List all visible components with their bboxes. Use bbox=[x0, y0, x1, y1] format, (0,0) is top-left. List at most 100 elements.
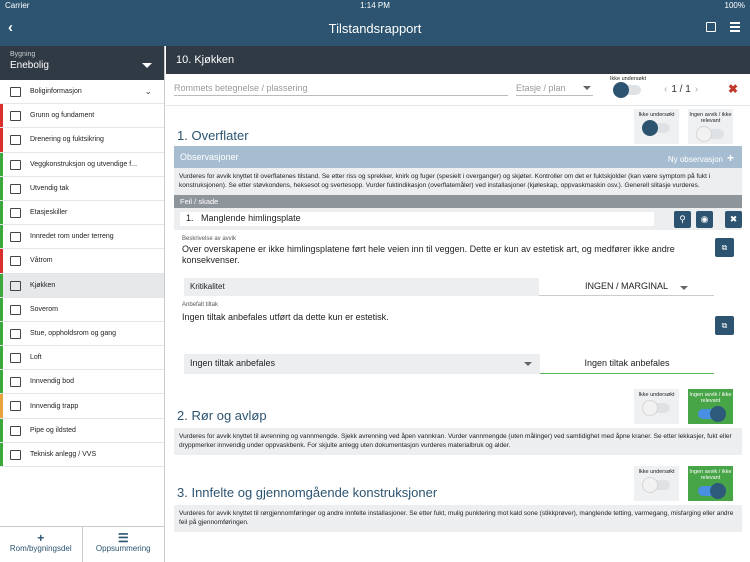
livingroom-icon bbox=[10, 328, 21, 339]
sidebar-item[interactable]: Soverom bbox=[0, 297, 164, 322]
section-description: Vurderes for avvik knyttet til overflate… bbox=[174, 168, 742, 195]
bathroom-icon bbox=[10, 256, 21, 267]
sidebar-item[interactable]: Innvendig trapp bbox=[0, 394, 164, 419]
observation-detail: Beskrivelse av avvik Over overskapene er… bbox=[174, 230, 742, 386]
sidebar-item-label: Soverom bbox=[30, 305, 59, 313]
next-icon[interactable]: › bbox=[695, 84, 698, 95]
status-bar: Carrier 1:14 PM 100% bbox=[0, 0, 750, 11]
room-not-inspected: Ikke undersøkt bbox=[608, 76, 648, 98]
sidebar-item[interactable]: Drenering og fuktsikring bbox=[0, 128, 164, 153]
not-inspected-toggle[interactable] bbox=[641, 477, 670, 493]
plus-icon: + bbox=[37, 531, 45, 545]
pager: ‹ 1 / 1 › bbox=[660, 84, 702, 95]
chevron-down-icon bbox=[680, 286, 688, 290]
sidebar-item[interactable]: Boliginformasjon ⌄ bbox=[0, 80, 164, 105]
sidebar-item[interactable]: Pipe og ildsted bbox=[0, 418, 164, 443]
sidebar-footer: + Rom/bygningsdel ☰ Oppsummering bbox=[0, 526, 165, 562]
section-title: 1. Overflater bbox=[177, 128, 249, 143]
beskrivelse-label: Beskrivelse av avvik bbox=[182, 236, 237, 242]
sidebar-item[interactable]: Kjøkken bbox=[0, 273, 164, 298]
section-overflater: 1. Overflater Ikke undersøkt Ingen avvik… bbox=[166, 106, 750, 146]
save-icon[interactable] bbox=[706, 22, 716, 32]
navigation-bar: ‹ Tilstandsrapport bbox=[0, 11, 750, 46]
status-indicator bbox=[0, 273, 3, 297]
attic-icon bbox=[10, 353, 21, 364]
status-indicator bbox=[0, 176, 3, 200]
sidebar-item[interactable]: Veggkonstruksjon og utvendige f... bbox=[0, 152, 164, 177]
new-observation-button[interactable]: Ny observasjon + bbox=[668, 151, 734, 165]
main-content: 10. Kjøkken Rommets betegnelse / plasser… bbox=[166, 46, 750, 562]
basement-icon bbox=[10, 232, 21, 243]
building-label: Bygning bbox=[10, 51, 36, 58]
camera-button[interactable]: ◉ bbox=[696, 211, 713, 228]
room-controls: Rommets betegnelse / plassering Etasje /… bbox=[166, 74, 750, 106]
building-selector[interactable]: Bygning Enebolig bbox=[0, 46, 164, 80]
foundation-icon bbox=[10, 111, 21, 122]
stairs-icon bbox=[10, 401, 21, 412]
room-name-input[interactable]: Rommets betegnelse / plassering bbox=[174, 83, 508, 96]
sidebar-item[interactable]: Stue, oppholdsrom og gang bbox=[0, 321, 164, 347]
add-room-button[interactable]: + Rom/bygningsdel bbox=[0, 527, 83, 562]
sidebar-item-label: Veggkonstruksjon og utvendige f... bbox=[30, 160, 138, 168]
no-deviation-toggle[interactable] bbox=[697, 406, 726, 422]
delete-feil-button[interactable]: ✖ bbox=[725, 211, 742, 228]
tiltak-label: Anbefalt tiltak bbox=[182, 302, 219, 308]
status-indicator bbox=[0, 297, 3, 321]
sidebar-item[interactable]: Grunn og fundament bbox=[0, 104, 164, 129]
sidebar-item-label: Innredet rom under terreng bbox=[30, 233, 114, 241]
copy-beskrivelse-button[interactable]: ⧉ bbox=[715, 238, 734, 257]
sidebar-item-label: Pipe og ildsted bbox=[30, 426, 76, 434]
status-indicator bbox=[0, 442, 3, 466]
delete-room-icon[interactable]: ✖ bbox=[728, 82, 738, 96]
observations-label: Observasjoner bbox=[180, 152, 239, 162]
beskrivelse-text[interactable]: Over overskapene er ikke himlingsplatene… bbox=[174, 244, 694, 266]
not-inspected-toggle[interactable] bbox=[641, 120, 670, 136]
sidebar-item[interactable]: Utvendig tak bbox=[0, 176, 164, 201]
sidebar-item-label: Kjøkken bbox=[30, 281, 56, 289]
status-indicator bbox=[0, 80, 3, 104]
no-deviation-box: Ingen avvik / ikke relevant bbox=[688, 466, 733, 501]
room-not-inspected-toggle[interactable] bbox=[613, 82, 641, 98]
feil-input[interactable]: 1. Manglende himlingsplate bbox=[180, 212, 654, 226]
section-ror-og-avlop: 2. Rør og avløp Ikke undersøkt Ingen avv… bbox=[166, 386, 750, 426]
section-title: 3. Innfelte og gjennomgående konstruksjo… bbox=[177, 485, 438, 500]
tiltak-select[interactable]: Ingen tiltak anbefales bbox=[184, 354, 540, 374]
sidebar: Bygning Enebolig Boliginformasjon ⌄ Grunn … bbox=[0, 46, 165, 562]
kritikalitet-select[interactable]: INGEN / MARGINAL bbox=[539, 278, 714, 296]
plus-icon: + bbox=[726, 151, 734, 165]
sidebar-item[interactable]: Loft bbox=[0, 346, 164, 371]
copy-tiltak-button[interactable]: ⧉ bbox=[715, 316, 734, 335]
status-indicator bbox=[0, 249, 3, 273]
status-indicator bbox=[0, 370, 3, 394]
status-indicator bbox=[0, 321, 3, 346]
sidebar-item-label: Boliginformasjon bbox=[30, 88, 82, 96]
sidebar-item-label: Drenering og fuktsikring bbox=[30, 136, 104, 144]
sidebar-item[interactable]: Innredet rom under terreng bbox=[0, 225, 164, 250]
roof-icon bbox=[10, 183, 21, 194]
tiltak-text[interactable]: Ingen tiltak anbefales utført da dette k… bbox=[174, 312, 397, 323]
feil-label: Feil / skade bbox=[174, 195, 742, 208]
no-deviation-toggle[interactable] bbox=[697, 483, 726, 499]
no-deviation-box: Ingen avvik / ikke relevant bbox=[688, 389, 733, 424]
summary-button[interactable]: ☰ Oppsummering bbox=[83, 527, 165, 562]
search-button[interactable]: ⚲ bbox=[674, 211, 691, 228]
sidebar-item-label: Våtrom bbox=[30, 257, 53, 265]
menu-icon[interactable] bbox=[730, 22, 740, 34]
sidebar-item[interactable]: Våtrom bbox=[0, 249, 164, 274]
sidebar-item[interactable]: Innvendig bod bbox=[0, 370, 164, 395]
status-indicator bbox=[0, 394, 3, 418]
no-deviation-toggle[interactable] bbox=[695, 126, 724, 142]
prev-icon[interactable]: ‹ bbox=[664, 84, 667, 95]
not-inspected-toggle[interactable] bbox=[641, 400, 670, 416]
observations-bar: Observasjoner Ny observasjon + bbox=[174, 146, 742, 168]
sidebar-item[interactable]: Etasjeskiller bbox=[0, 200, 164, 226]
wall-icon bbox=[10, 159, 21, 170]
sidebar-item-label: Utvendig tak bbox=[30, 184, 69, 192]
sidebar-item[interactable]: Teknisk anlegg / VVS bbox=[0, 442, 164, 467]
page-indicator: 1 / 1 bbox=[671, 84, 691, 95]
status-indicator bbox=[0, 200, 3, 225]
not-inspected-box: Ikke undersøkt bbox=[634, 109, 679, 144]
chevron-down-icon bbox=[142, 63, 152, 68]
feil-row: 1. Manglende himlingsplate ⚲ ◉ ✖ bbox=[174, 208, 742, 230]
etasje-select[interactable]: Etasje / plan bbox=[516, 83, 593, 96]
